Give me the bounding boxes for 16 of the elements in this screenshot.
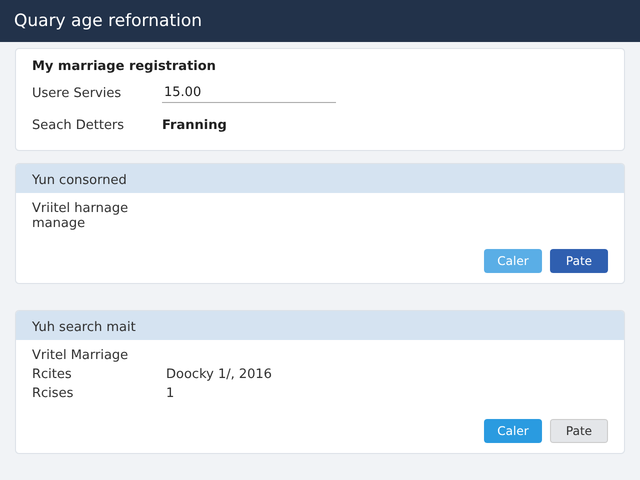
field-value: Franning: [162, 118, 227, 132]
panel-title: Yun consorned: [32, 173, 127, 188]
field-label: Usere Servies: [32, 86, 122, 100]
row-label: Vriitel harnage manage: [32, 201, 130, 231]
row-value: Doocky 1/, 2016: [166, 367, 272, 382]
row-label: Rcites: [32, 367, 73, 382]
card-heading: My marriage registration: [32, 59, 217, 74]
input-field[interactable]: 15.00: [162, 83, 336, 103]
panel-title: Yuh search mait: [32, 320, 136, 335]
action-button[interactable]: Pate: [550, 419, 608, 443]
window-title: Quary age refornation: [14, 11, 202, 31]
action-button[interactable]: Pate: [550, 249, 608, 273]
row-label: Vritel Marriage: [32, 348, 130, 363]
row-label: Rcises: [32, 386, 74, 401]
field-label: Seach Detters: [32, 118, 126, 132]
row-value: 1: [166, 386, 174, 401]
